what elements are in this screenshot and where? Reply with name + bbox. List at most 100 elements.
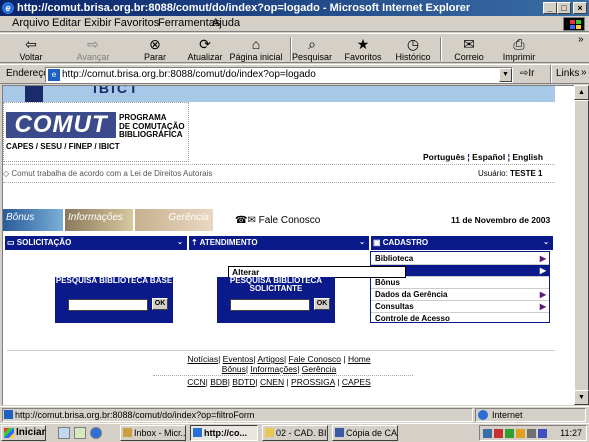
stop-button[interactable]: ⊗ Parar [132,34,178,64]
tray-app-icon[interactable] [538,429,547,438]
address-url: http://comut.brisa.org.br:8088/comut/do/… [62,69,316,80]
partner-link-ccn[interactable]: CCN [187,377,205,387]
sponsors-text: CAPES / SESU / FINEP / IBICT [6,142,120,151]
tray-antivirus-icon[interactable] [494,429,503,438]
status-bar: http://comut.brisa.org.br:8088/comut/do/… [0,406,589,423]
menu-item-label: Dados da Gerência [375,290,448,299]
links-more-chevron-icon[interactable]: » [581,67,587,78]
menu-item-biblioteca[interactable]: Biblioteca ▶ [371,253,549,265]
vertical-scrollbar[interactable]: ▲ ▼ [574,85,589,405]
window-title: http://comut.brisa.org.br:8088/comut/do/… [17,2,471,14]
lang-english[interactable]: English [512,152,543,162]
partner-link-bdb[interactable]: BDB [210,377,227,387]
informacoes-image-button[interactable]: Informações [65,209,133,231]
menu-item-controle-acesso[interactable]: Controle de Acesso [371,313,549,325]
fale-conosco-link[interactable]: ☎✉ Fale Conosco [235,215,320,226]
toolbar-separator [440,37,442,61]
minimize-button[interactable]: _ [543,2,557,14]
zone-label: Internet [492,410,523,420]
footer-link-home[interactable]: Home [348,354,371,364]
comut-logo: COMUT [6,112,116,138]
menu-item-dados-gerencia[interactable]: Dados da Gerência ▶ [371,289,549,301]
back-button[interactable]: ⇦ Voltar [8,34,54,64]
nav-cadastro[interactable]: ▣ CADASTRO ⌄ [371,236,553,250]
task-inbox[interactable]: Inbox - Micr... [120,425,186,441]
footer-link-bonus[interactable]: Bônus [222,364,246,374]
divider [153,375,413,376]
search-solicitante-ok-button[interactable]: OK [314,298,330,310]
search-base-ok-button[interactable]: OK [152,298,168,310]
task-browser[interactable]: http://co... [190,425,258,441]
history-icon: ◷ [406,36,420,52]
partner-link-cnen[interactable]: CNEN [260,377,284,387]
footer-link-fale-conosco[interactable]: Fale Conosco [289,354,341,364]
menu-favoritos[interactable]: Favoritos [114,17,159,29]
informacoes-image-label: Informações [68,212,124,223]
search-solicitante-panel: PESQUISA BIBLIOTECA SOLICITANTE OK [217,277,335,323]
partner-link-prossiga[interactable]: PROSSIGA [291,377,335,387]
scroll-down-arrow-icon[interactable]: ▼ [574,390,589,405]
maximize-button[interactable]: □ [557,2,571,14]
print-button[interactable]: ⎙ Imprimir [496,34,542,64]
search-button[interactable]: ⌕ Pesquisar [290,34,334,64]
search-solicitante-input[interactable] [230,299,310,311]
menu-exibir[interactable]: Exibir [84,17,112,29]
gerencia-image-button[interactable]: Gerência [135,209,213,231]
menu-ferramentas[interactable]: Ferramentas [158,17,220,29]
partner-link-bdtd[interactable]: BDTD [232,377,255,387]
tray-network-icon[interactable] [483,429,492,438]
start-button[interactable]: Iniciar [1,425,46,441]
mail-button[interactable]: ✉ Correio [446,34,492,64]
task-folder[interactable]: 02 - CAD. BI... [262,425,328,441]
toolbar-more-chevron-icon[interactable]: » [578,34,584,45]
menu-editar[interactable]: Editar [52,17,81,29]
history-button[interactable]: ◷ Histórico [390,34,436,64]
footer-link-gerencia[interactable]: Gerência [302,364,337,374]
tray-app-icon[interactable] [505,429,514,438]
address-bar: Endereço e http://comut.brisa.org.br:808… [0,64,589,84]
back-arrow-icon: ⇦ [25,36,37,52]
history-label: Histórico [395,52,431,62]
menu-item-consultas[interactable]: Consultas ▶ [371,301,549,313]
lang-portugues[interactable]: Português [423,152,465,162]
favorites-button[interactable]: ★ Favoritos [340,34,386,64]
address-input[interactable]: e http://comut.brisa.org.br:8088/comut/d… [45,67,513,83]
home-button[interactable]: ⌂ Página inicial [228,34,284,64]
logo-box[interactable]: COMUT PROGRAMA DE COMUTAÇÃO BIBLIOGRÁFIC… [3,102,189,162]
menu-arquivo[interactable]: Arquivo [12,17,49,29]
user-info: Usuário: TESTE 1 [478,169,542,178]
task-document[interactable]: Cópia de CA... [332,425,398,441]
address-dropdown-icon[interactable]: ▼ [499,68,512,82]
footer-link-eventos[interactable]: Eventos [223,354,254,364]
footer-link-artigos[interactable]: Artigos [258,354,284,364]
search-base-input[interactable] [68,299,148,311]
links-button[interactable]: Links [556,68,579,79]
address-separator [550,65,552,83]
footer-link-informacoes[interactable]: Informações [250,364,297,374]
scroll-thumb[interactable] [574,100,589,396]
close-button[interactable]: × [573,2,587,14]
footer-link-noticias[interactable]: Notícias [187,354,218,364]
menu-ajuda[interactable]: Ajuda [212,17,240,29]
nav-atendimento[interactable]: ⇡ ATENDIMENTO ⌄ [189,236,369,250]
ie-quicklaunch-icon[interactable] [90,427,102,439]
mail-icon: ✉ [463,36,475,52]
lang-espanol[interactable]: Español [472,152,505,162]
bonus-image-button[interactable]: Bônus [3,209,63,231]
top-banner: IBICT [3,86,555,102]
show-desktop-icon[interactable] [58,427,70,439]
computer-icon: ▭ [7,238,17,247]
refresh-button[interactable]: ⟳ Atualizar [182,34,228,64]
menu-item-bonus[interactable]: Bônus [371,277,549,289]
outlook-quicklaunch-icon[interactable] [74,427,86,439]
tray-app-icon[interactable] [516,429,525,438]
user-label: Usuário: [478,169,508,178]
scroll-up-arrow-icon[interactable]: ▲ [574,85,589,100]
go-label: Ir [528,68,535,79]
task-label: 02 - CAD. BI... [276,428,327,438]
nav-solicitacao[interactable]: ▭ SOLICITAÇÃO ⌄ [5,236,187,250]
partner-link-capes[interactable]: CAPES [342,377,371,387]
go-button[interactable]: ⇨Ir [520,68,535,79]
forward-button[interactable]: ⇨ Avançar [70,34,116,64]
tray-volume-icon[interactable] [527,429,536,438]
